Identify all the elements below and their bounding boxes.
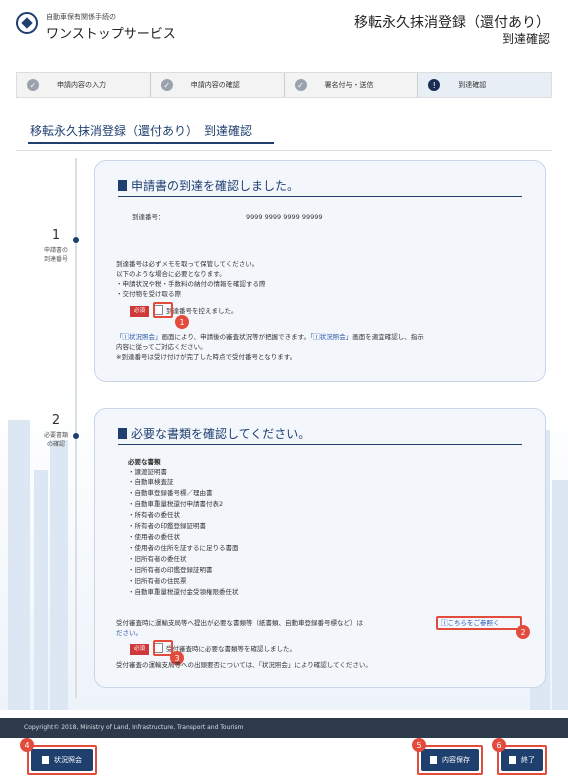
doc-item: ・旧所有者の委任状: [128, 555, 187, 563]
highlight-box: [153, 302, 173, 318]
doc-item: ・自動車重量税還付申請書付表2: [128, 500, 224, 508]
note-text: 受付審査時に運輸支局等へ提出が必要な書類等（紙書類、自動車登録番号標など）は: [116, 619, 363, 627]
marker-2: 2: [516, 625, 530, 639]
step-label: 到達確認: [458, 81, 487, 89]
checkbox-label: 受付審査時に必要な書類等を確認しました。: [166, 645, 297, 653]
timeline-number: 1: [51, 228, 61, 243]
marker-4: 4: [20, 738, 34, 752]
doc-item: ・旧所有者の住民票: [128, 577, 187, 585]
logo-icon: [16, 12, 38, 34]
step-label: 申請内容の確認: [190, 81, 240, 89]
highlight-box: [497, 745, 547, 775]
document-icon: [118, 180, 127, 191]
check-icon: ✓: [294, 79, 307, 91]
highlight-box: [436, 616, 522, 630]
doc-item: ・自動車検査証: [128, 478, 174, 486]
checkbox-label: 到達番号を控えました。: [166, 307, 238, 315]
doc-item: ・旧所有者の印鑑登録証明書: [128, 566, 213, 574]
timeline-number: 2: [51, 413, 61, 428]
doc-item: ・自動車重量税還付金受領権限委任状: [128, 588, 239, 596]
card-title: 申請書の到達を確認しました。: [118, 177, 299, 194]
check-icon: ✓: [160, 79, 173, 91]
step-label: 署名付与・送信: [324, 81, 374, 89]
timeline-label: 必要書類 の確認: [43, 432, 68, 448]
doc-item: ・使用者の委任状: [128, 533, 180, 541]
timeline-label: 申請書の 到達番号: [43, 247, 68, 263]
step-confirm: ✓ 申請内容の確認: [151, 73, 285, 97]
document-icon: [118, 428, 127, 439]
header: 自動車保有関係手続の ワンストップサービス 移転永久抹消登録（還付あり） 到達確…: [0, 0, 568, 56]
required-badge: 必須: [130, 644, 150, 655]
doc-item: ・自動車登録番号標／理由書: [128, 489, 213, 497]
arrival-number-value: 9999 9999 9999 99999: [246, 213, 323, 221]
note-text: 到達番号は必ずメモを取って保管してください。: [116, 260, 259, 268]
note-text: ・交付物を受け取る際: [116, 290, 181, 298]
step-input: ✓ 申請内容の入力: [17, 73, 151, 97]
highlight-box: [417, 745, 483, 775]
status-link[interactable]: 「🄸状況照会」: [310, 333, 352, 341]
required-badge: 必須: [130, 306, 150, 317]
note-text: 受付審査の運輸支局等への出頭要否については、「状況照会」により確認してください。: [116, 661, 372, 669]
note-text: ・申請状況や税・手数料の納付の情報を確認する際: [116, 280, 266, 288]
page-title: 移転永久抹消登録（還付あり）: [354, 15, 550, 31]
copyright: Copyright© 2018, Ministry of Land, Infra…: [24, 724, 244, 731]
divider: [16, 150, 552, 151]
section-tab-underline: [28, 142, 274, 144]
marker-6: 6: [492, 738, 506, 752]
reference-link-cont[interactable]: ださい。: [116, 629, 142, 638]
step-sign: ✓ 署名付与・送信: [285, 73, 419, 97]
footer: Copyright© 2018, Ministry of Land, Infra…: [0, 718, 568, 738]
card-title-underline: [118, 444, 522, 445]
info-text: ※到達番号は受け付けが完了した時点で受付番号となります。: [116, 353, 297, 361]
marker-1: 1: [175, 315, 189, 329]
card-title-underline: [118, 196, 522, 197]
info-text: 「🄸状況照会」画面により、申請後の審査状況等が把握できます。「🄸状況照会」画面を…: [116, 333, 424, 341]
timeline-dot: [73, 237, 79, 243]
highlight-box: [27, 745, 97, 775]
logo-subtitle: 自動車保有関係手続の: [46, 13, 116, 21]
section-tab: 移転永久抹消登録（還付あり） 到達確認: [30, 124, 253, 138]
doc-item: ・所有者の委任状: [128, 511, 180, 519]
doc-item: ・譲渡証明書: [128, 468, 167, 476]
step-arrival: ! 到達確認: [418, 73, 551, 97]
note-text: 以下のような場合に必要となります。: [116, 270, 226, 278]
check-icon: ✓: [27, 79, 39, 91]
page-subtitle: 到達確認: [501, 32, 550, 46]
step-label: 申請内容の入力: [57, 81, 106, 89]
status-link[interactable]: 「🄸状況照会」: [116, 333, 162, 341]
card-title: 必要な書類を確認してください。: [118, 425, 310, 442]
docs-heading: 必要な書類: [128, 458, 161, 466]
timeline-dot: [73, 433, 79, 439]
exclamation-icon: !: [428, 79, 441, 91]
marker-5: 5: [412, 738, 426, 752]
logo-title: ワンストップサービス: [46, 27, 176, 42]
arrival-number-label: 到達番号：: [132, 213, 165, 221]
doc-item: ・所有者の印鑑登録証明書: [128, 522, 206, 530]
doc-item: ・使用者の住所を証するに足りる書面: [128, 544, 239, 552]
info-text: 内容に従ってご対応ください。: [116, 343, 207, 351]
progress-steps: ✓ 申請内容の入力 ✓ 申請内容の確認 ✓ 署名付与・送信 ! 到達確認: [16, 72, 552, 98]
